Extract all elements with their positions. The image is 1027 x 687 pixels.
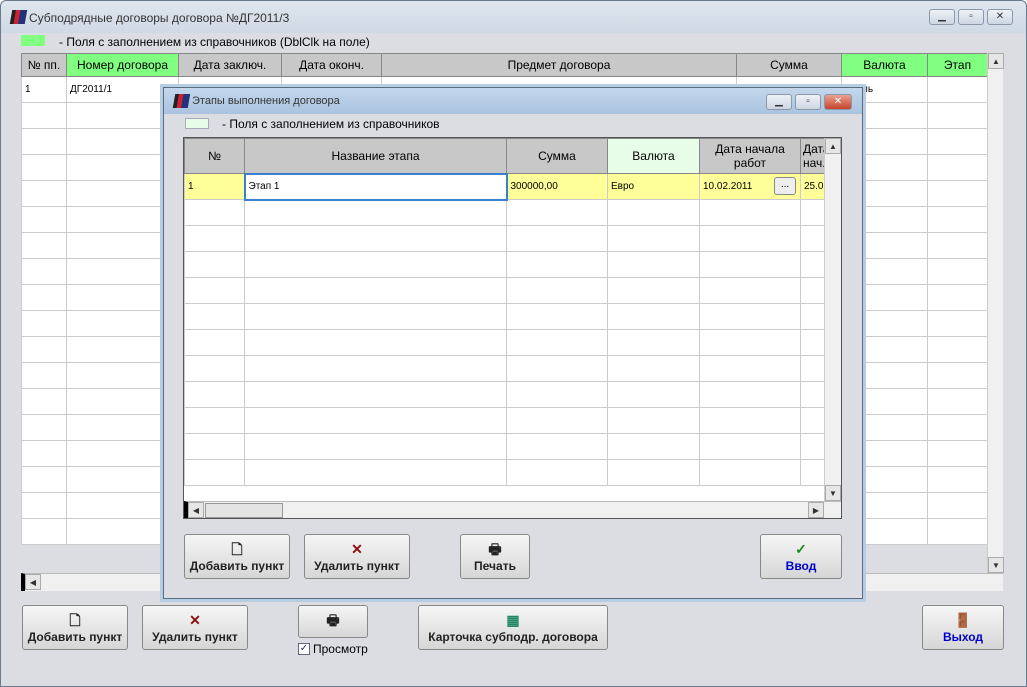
legend-swatch (21, 35, 45, 46)
legend-text: - Поля с заполнением из справочников (222, 117, 440, 131)
scroll-up-arrow[interactable]: ▲ (825, 138, 841, 154)
scroll-down-arrow[interactable]: ▼ (988, 557, 1004, 573)
scroll-left-arrow[interactable]: ◀ (25, 574, 41, 590)
dialog-delete-item-button[interactable]: ✕ Удалить пункт (304, 534, 410, 579)
cell[interactable]: 300000,00 (506, 173, 608, 200)
title-bar: Субподрядные договоры договора №ДГ2011/3… (1, 1, 1026, 33)
preview-checkbox[interactable]: ✓ Просмотр (298, 642, 368, 656)
col-header[interactable]: Этап (927, 53, 988, 77)
scroll-down-arrow[interactable]: ▼ (825, 485, 841, 501)
col-header[interactable]: № пп. (21, 53, 67, 77)
col-header[interactable]: Валюта (841, 53, 928, 77)
checkmark-icon: ✓ (795, 541, 807, 557)
button-label: Добавить пункт (27, 630, 123, 644)
table-row[interactable]: 1 Этап 1 300000,00 Евро 10.02.2011... 25… (184, 172, 825, 201)
window-title: Субподрядные договоры договора №ДГ2011/3 (29, 11, 290, 25)
exit-button[interactable]: 🚪 Выход (922, 605, 1004, 650)
col-header[interactable]: Дата оконч. (281, 53, 382, 77)
cell[interactable]: 1 (184, 173, 245, 200)
card-grid-icon: ▦ (506, 612, 520, 628)
stages-grid[interactable]: № Название этапа Сумма Валюта Дата начал… (184, 138, 825, 486)
delete-item-button[interactable]: ✕ Удалить пункт (142, 605, 248, 650)
dialog-enter-button[interactable]: ✓ Ввод (760, 534, 842, 579)
col-header[interactable]: Название этапа (244, 138, 507, 174)
legend-text: - Поля с заполнением из справочников (Db… (59, 35, 370, 49)
delete-x-icon: ✕ (189, 612, 201, 628)
dialog-maximize-button[interactable]: ▫ (795, 94, 821, 110)
minimize-button[interactable]: ▁ (929, 9, 955, 25)
button-label: Удалить пункт (152, 630, 238, 644)
dialog-minimize-button[interactable]: ▁ (766, 94, 792, 110)
col-header[interactable]: Сумма (506, 138, 608, 174)
new-document-icon: 🗋 (69, 612, 81, 628)
cell[interactable]: 25.0 (800, 173, 825, 200)
printer-icon: 🖶 (326, 612, 340, 628)
col-header[interactable]: № (184, 138, 245, 174)
app-books-icon (172, 94, 191, 108)
dialog-add-item-button[interactable]: 🗋 Добавить пункт (184, 534, 290, 579)
cell[interactable]: Евро (607, 173, 700, 200)
col-header[interactable]: Сумма (736, 53, 842, 77)
delete-x-icon: ✕ (351, 541, 363, 557)
col-header[interactable]: Дата начала работ (699, 138, 801, 174)
button-label: Выход (942, 630, 984, 644)
col-header[interactable]: Дата заключ. (178, 53, 282, 77)
button-label: Удалить пункт (314, 559, 400, 573)
stage-name-input[interactable]: Этап 1 (243, 172, 508, 201)
cell[interactable] (927, 76, 988, 103)
col-header[interactable]: Номер договора (66, 53, 179, 77)
checkbox-check-icon[interactable]: ✓ (298, 643, 310, 655)
subcontract-card-button[interactable]: ▦ Карточка субподр. договора (418, 605, 608, 650)
button-label: Добавить пункт (189, 559, 285, 573)
col-header[interactable]: Валюта (607, 138, 700, 174)
scroll-up-arrow[interactable]: ▲ (988, 53, 1004, 69)
cell[interactable]: 1 (21, 76, 67, 103)
stages-dialog: Этапы выполнения договора ▁ ▫ ✕ - Поля с… (163, 87, 863, 599)
button-label: Карточка субподр. договора (428, 630, 598, 644)
col-header[interactable]: Предмет договора (381, 53, 737, 77)
cell[interactable]: 10.02.2011... (699, 173, 801, 200)
cell-text: 10.02.2011 (703, 181, 753, 192)
print-button[interactable]: 🖶 (298, 605, 368, 638)
scroll-right-arrow[interactable]: ▶ (808, 502, 824, 518)
button-label: Ввод (785, 559, 817, 573)
dialog-title: Этапы выполнения договора (192, 95, 340, 107)
maximize-button[interactable]: ▫ (958, 9, 984, 25)
add-item-button[interactable]: 🗋 Добавить пункт (22, 605, 128, 650)
button-label: Печать (474, 559, 516, 573)
exit-door-icon: 🚪 (954, 612, 972, 628)
dialog-close-button[interactable]: ✕ (824, 94, 852, 110)
legend-swatch (185, 118, 209, 129)
dialog-vertical-scrollbar[interactable]: ▲ ▼ (824, 138, 841, 501)
vertical-scrollbar[interactable]: ▲ ▼ (987, 53, 1004, 573)
new-document-icon: 🗋 (231, 541, 243, 557)
dialog-print-button[interactable]: 🖶 Печать (460, 534, 530, 579)
col-header[interactable]: Дата нач. (800, 138, 825, 174)
close-button[interactable]: ✕ (987, 9, 1013, 25)
checkbox-label: Просмотр (313, 642, 368, 656)
dialog-horizontal-scrollbar[interactable]: ◀ ▶ (184, 501, 841, 518)
stages-grid-container: № Название этапа Сумма Валюта Дата начал… (183, 137, 842, 519)
dialog-title-bar: Этапы выполнения договора ▁ ▫ ✕ (164, 88, 862, 114)
printer-icon: 🖶 (488, 541, 502, 557)
cell[interactable]: ДГ2011/1 (66, 76, 179, 103)
date-picker-button[interactable]: ... (774, 177, 796, 195)
scroll-thumb[interactable] (205, 503, 283, 518)
scroll-left-arrow[interactable]: ◀ (188, 502, 204, 518)
app-books-icon (9, 10, 28, 24)
